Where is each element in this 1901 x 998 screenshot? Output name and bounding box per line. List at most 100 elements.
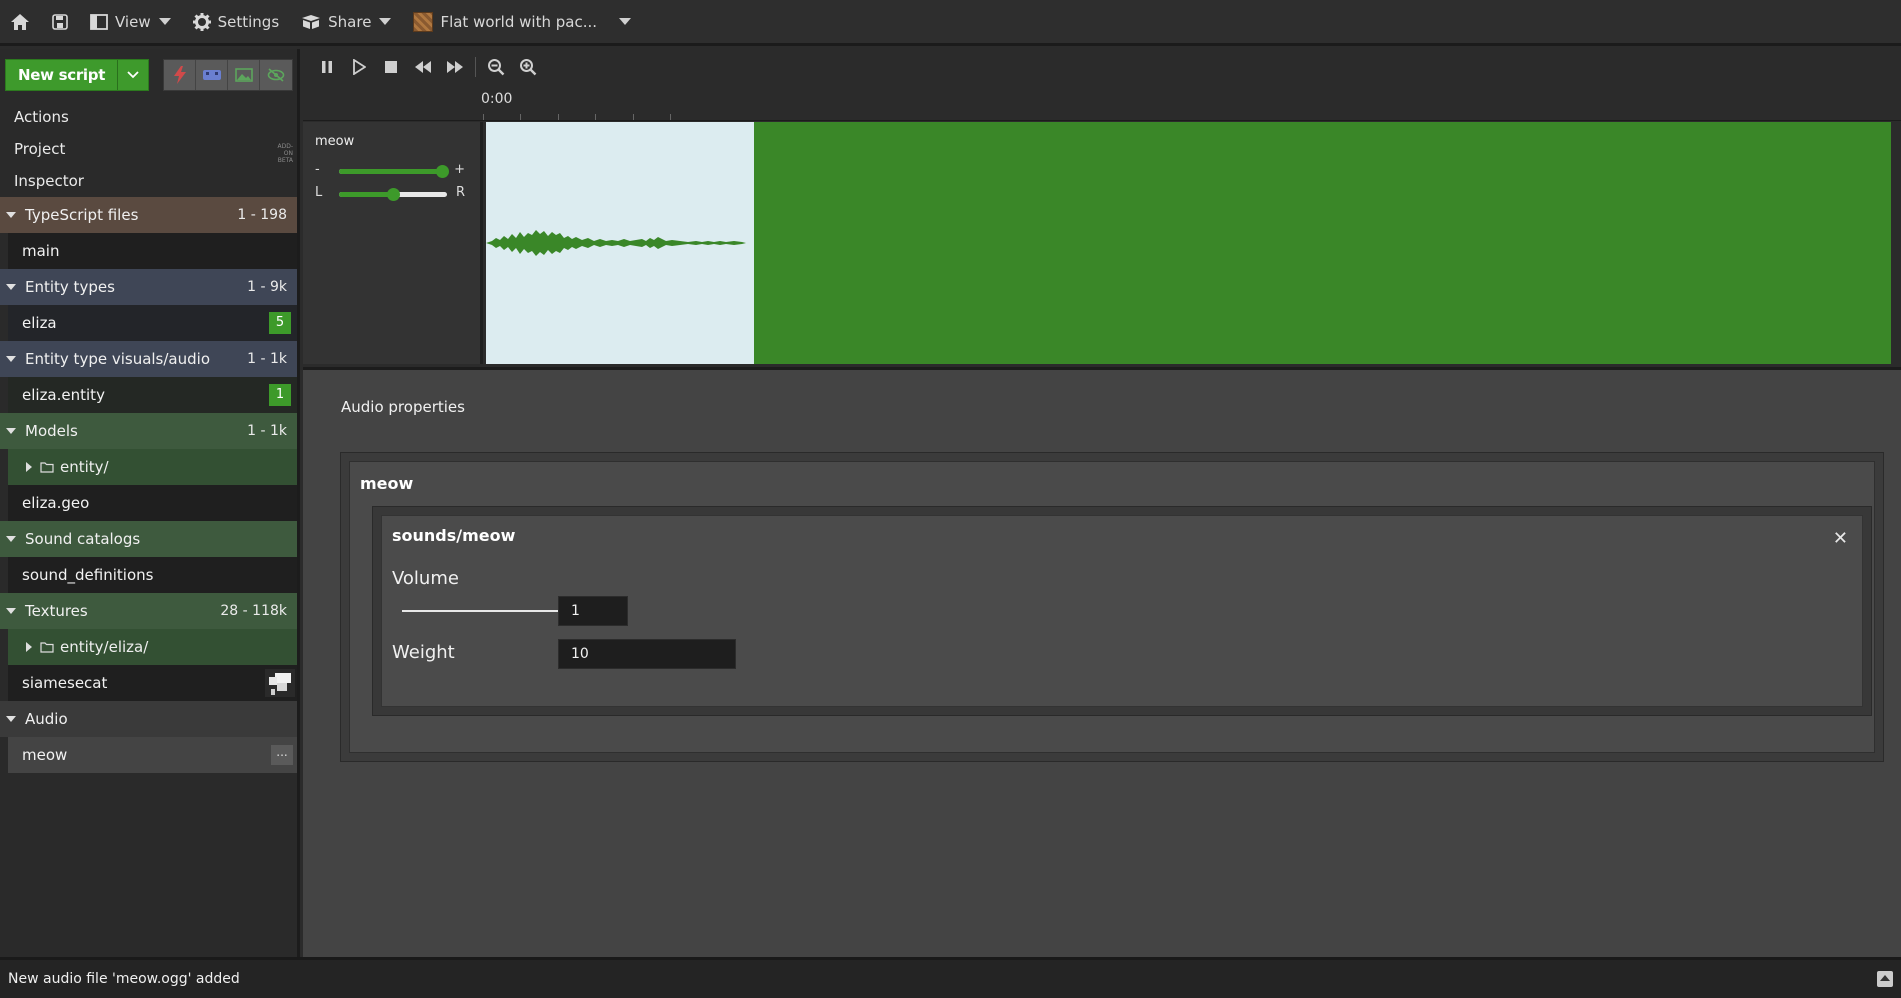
section-title: Entity type visuals/audio xyxy=(25,350,210,368)
image-icon xyxy=(234,68,253,82)
collapse-triangle-icon xyxy=(6,608,16,614)
list-item-sound-definitions[interactable]: sound_definitions xyxy=(8,557,297,593)
new-script-dropdown[interactable] xyxy=(118,60,148,90)
pan-slider[interactable]: L R xyxy=(315,185,465,203)
fast-forward-icon xyxy=(447,61,463,73)
slider-knob[interactable] xyxy=(386,188,400,201)
audio-clip[interactable] xyxy=(486,122,754,364)
chevron-down-icon xyxy=(619,18,631,25)
list-item-meow[interactable]: meow ... xyxy=(8,737,297,773)
stop-icon xyxy=(385,61,397,73)
new-script-button[interactable]: New script xyxy=(6,60,119,90)
filter-entity-button[interactable] xyxy=(196,60,229,90)
version-range: 1 - 9k xyxy=(247,279,287,295)
project-selector[interactable]: Flat world with pac... xyxy=(413,0,631,45)
item-label: siamesecat xyxy=(22,674,108,692)
zoom-out-button[interactable] xyxy=(480,51,512,83)
item-label: main xyxy=(22,242,60,260)
save-button[interactable] xyxy=(52,0,68,45)
weight-input[interactable] xyxy=(558,639,736,669)
pause-button[interactable] xyxy=(311,51,343,83)
close-icon[interactable]: ✕ xyxy=(1833,528,1848,549)
filter-toggle-group xyxy=(163,59,294,91)
share-menu[interactable]: Share xyxy=(301,0,392,45)
nav-project-label: Project xyxy=(14,140,66,158)
volume-label: Volume xyxy=(392,568,459,589)
stop-button[interactable] xyxy=(375,51,407,83)
section-entity-types[interactable]: Entity types 1 - 9k xyxy=(0,269,297,305)
volume-range-rail[interactable] xyxy=(402,610,570,612)
slider-knob[interactable] xyxy=(435,165,449,178)
volume-slider[interactable]: - + xyxy=(315,162,465,180)
home-button[interactable] xyxy=(10,0,30,45)
panel-title: Audio properties xyxy=(341,398,465,416)
section-typescript-files[interactable]: TypeScript files 1 - 198 xyxy=(0,197,297,233)
section-entity-visuals[interactable]: Entity type visuals/audio 1 - 1k xyxy=(0,341,297,377)
item-label: sound_definitions xyxy=(22,566,154,584)
slider-fill xyxy=(339,169,442,174)
home-icon xyxy=(11,13,29,30)
item-label: eliza.entity xyxy=(22,386,105,404)
section-title: TypeScript files xyxy=(25,206,139,224)
section-title: Audio xyxy=(25,710,68,728)
new-script-button-group: New script xyxy=(5,59,150,91)
filter-behavior-button[interactable] xyxy=(164,60,197,90)
folder-entity-eliza[interactable]: entity/eliza/ xyxy=(8,629,297,665)
gear-icon xyxy=(192,12,211,31)
list-item-main[interactable]: main xyxy=(8,233,297,269)
nav-inspector[interactable]: Inspector xyxy=(0,165,297,197)
track-lane[interactable] xyxy=(486,122,1896,364)
collapse-triangle-icon xyxy=(6,716,16,722)
nav-actions-label: Actions xyxy=(14,108,69,126)
item-label: eliza xyxy=(22,314,57,332)
section-textures[interactable]: Textures 28 - 118k xyxy=(0,593,297,629)
ruler-tick xyxy=(670,114,671,120)
volume-minus-label: - xyxy=(315,162,320,177)
audio-properties-panel: Audio properties meow sounds/meow ✕ Volu… xyxy=(303,370,1901,957)
collapse-triangle-icon xyxy=(6,536,16,542)
count-badge: 1 xyxy=(269,384,291,406)
section-models[interactable]: Models 1 - 1k xyxy=(0,413,297,449)
zoom-in-button[interactable] xyxy=(512,51,544,83)
more-options-button[interactable]: ... xyxy=(271,745,293,765)
folder-label: entity/eliza/ xyxy=(60,638,149,656)
version-range: 1 - 1k xyxy=(247,423,287,439)
folder-label: entity/ xyxy=(60,458,109,476)
section-title: Models xyxy=(25,422,78,440)
timeline-ruler[interactable]: 0:00 xyxy=(303,85,1901,121)
item-label: eliza.geo xyxy=(22,494,90,512)
section-sound-catalogs[interactable]: Sound catalogs xyxy=(0,521,297,557)
play-button[interactable] xyxy=(343,51,375,83)
creeper-icon xyxy=(202,70,221,80)
track-name: meow xyxy=(315,134,355,149)
project-label: Flat world with pac... xyxy=(440,12,597,31)
rewind-icon xyxy=(415,61,431,73)
share-label: Share xyxy=(328,12,372,31)
zoom-in-icon xyxy=(520,59,537,76)
ruler-tick xyxy=(520,114,521,120)
expand-up-icon[interactable] xyxy=(1877,971,1893,987)
nav-actions[interactable]: Actions xyxy=(0,101,297,133)
volume-input[interactable] xyxy=(558,596,628,626)
list-item-eliza[interactable]: eliza 5 xyxy=(8,305,297,341)
sidebar-toolbar: New script xyxy=(0,49,297,101)
list-item-eliza-geo[interactable]: eliza.geo xyxy=(8,485,297,521)
settings-button[interactable]: Settings xyxy=(192,0,279,45)
chevron-down-icon xyxy=(379,18,392,25)
nav-project[interactable]: Project ADD-ON BETA xyxy=(0,133,297,165)
save-icon xyxy=(52,13,68,30)
ruler-tick xyxy=(483,114,484,120)
count-badge: 5 xyxy=(269,312,291,334)
view-menu[interactable]: View xyxy=(90,0,171,45)
list-item-siamesecat[interactable]: siamesecat xyxy=(8,665,297,701)
filter-resource-button[interactable] xyxy=(228,60,261,90)
folder-entity[interactable]: entity/ xyxy=(8,449,297,485)
play-icon xyxy=(353,59,366,75)
rewind-button[interactable] xyxy=(407,51,439,83)
chevron-down-icon xyxy=(127,71,139,79)
sound-entry-card: meow sounds/meow ✕ Volume Weight xyxy=(340,452,1884,762)
toggle-visibility-button[interactable] xyxy=(260,60,293,90)
fast-forward-button[interactable] xyxy=(439,51,471,83)
section-audio[interactable]: Audio xyxy=(0,701,297,737)
list-item-eliza-entity[interactable]: eliza.entity 1 xyxy=(8,377,297,413)
